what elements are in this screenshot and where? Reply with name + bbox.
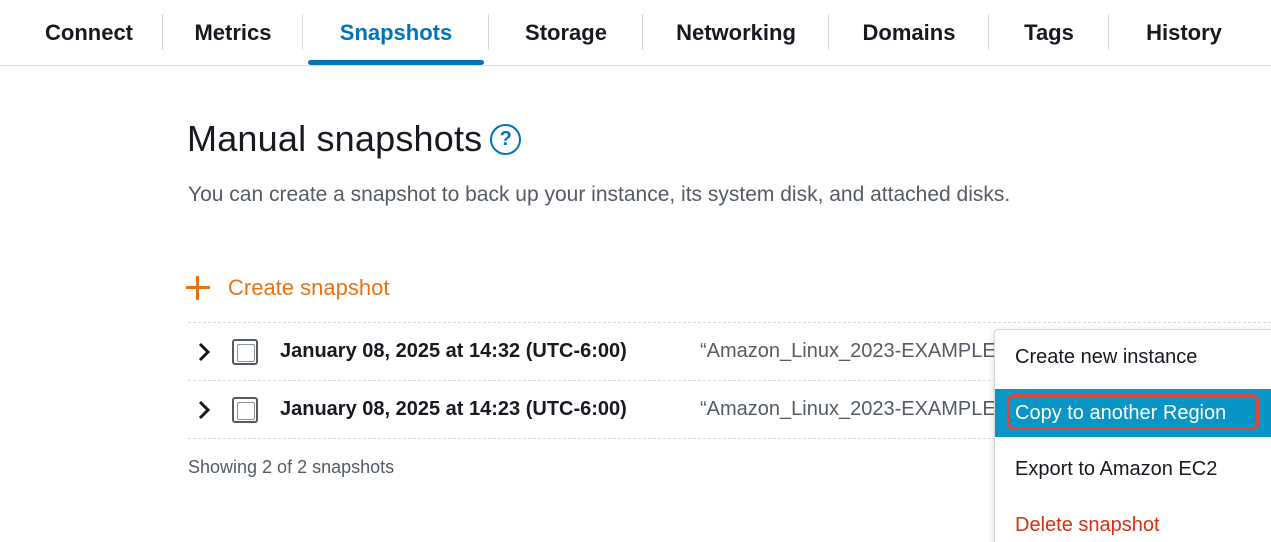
active-tab-indicator bbox=[308, 60, 484, 65]
tab-networking[interactable]: Networking bbox=[648, 0, 824, 66]
snapshots-page: Connect Metrics Snapshots Storage Networ… bbox=[0, 0, 1271, 542]
help-icon[interactable]: ? bbox=[490, 123, 522, 155]
tab-divider bbox=[988, 14, 989, 50]
tab-domains[interactable]: Domains bbox=[834, 0, 984, 66]
menu-item-label: Export to Amazon EC2 bbox=[1015, 457, 1218, 480]
section-description: You can create a snapshot to back up you… bbox=[188, 183, 1011, 206]
tab-divider bbox=[1108, 14, 1109, 50]
menu-item-create-new-instance[interactable]: Create new instance bbox=[995, 333, 1271, 381]
create-snapshot-button[interactable]: Create snapshot bbox=[186, 275, 389, 301]
chevron-right-icon[interactable] bbox=[194, 340, 214, 364]
create-snapshot-label: Create snapshot bbox=[228, 275, 390, 300]
menu-item-export-ec2[interactable]: Export to Amazon EC2 bbox=[995, 445, 1271, 493]
snapshot-count: Showing 2 of 2 snapshots bbox=[188, 457, 395, 477]
tab-snapshots-label: Snapshots bbox=[339, 20, 453, 45]
plus-icon bbox=[186, 276, 210, 300]
snapshot-name: “Amazon_Linux_2023-EXAMPLE bbox=[700, 398, 996, 420]
tab-divider bbox=[162, 14, 163, 50]
menu-item-delete-snapshot[interactable]: Delete snapshot bbox=[995, 501, 1271, 542]
tab-connect[interactable]: Connect bbox=[20, 0, 158, 66]
row-checkbox[interactable] bbox=[232, 338, 258, 365]
tab-divider bbox=[302, 14, 303, 50]
menu-item-label: Delete snapshot bbox=[1015, 513, 1160, 536]
row-checkbox[interactable] bbox=[232, 396, 258, 423]
section-title: Manual snapshots bbox=[187, 118, 483, 159]
tab-storage[interactable]: Storage bbox=[494, 0, 638, 66]
tab-metrics[interactable]: Metrics bbox=[168, 0, 298, 66]
snapshot-date: January 08, 2025 at 14:32 (UTC-6:00) bbox=[280, 340, 627, 362]
menu-item-label: Create new instance bbox=[1015, 345, 1198, 368]
instance-tabs: Connect Metrics Snapshots Storage Networ… bbox=[0, 0, 1271, 66]
tab-divider bbox=[488, 14, 489, 50]
snapshot-name: “Amazon_Linux_2023-EXAMPLE bbox=[700, 340, 996, 362]
menu-item-copy-to-region[interactable]: Copy to another Region bbox=[995, 389, 1271, 437]
menu-item-label: Copy to another Region bbox=[1015, 401, 1227, 424]
snapshot-date: January 08, 2025 at 14:23 (UTC-6:00) bbox=[280, 398, 627, 420]
tab-tags[interactable]: Tags bbox=[994, 0, 1104, 66]
snapshot-actions-menu: Create new instance Copy to another Regi… bbox=[994, 329, 1271, 542]
tab-history[interactable]: History bbox=[1114, 0, 1254, 66]
tab-divider bbox=[642, 14, 643, 50]
tab-snapshots[interactable]: Snapshots bbox=[308, 0, 484, 66]
tab-divider bbox=[828, 14, 829, 50]
section-heading: Manual snapshots ? bbox=[187, 118, 522, 160]
chevron-right-icon[interactable] bbox=[194, 398, 214, 422]
